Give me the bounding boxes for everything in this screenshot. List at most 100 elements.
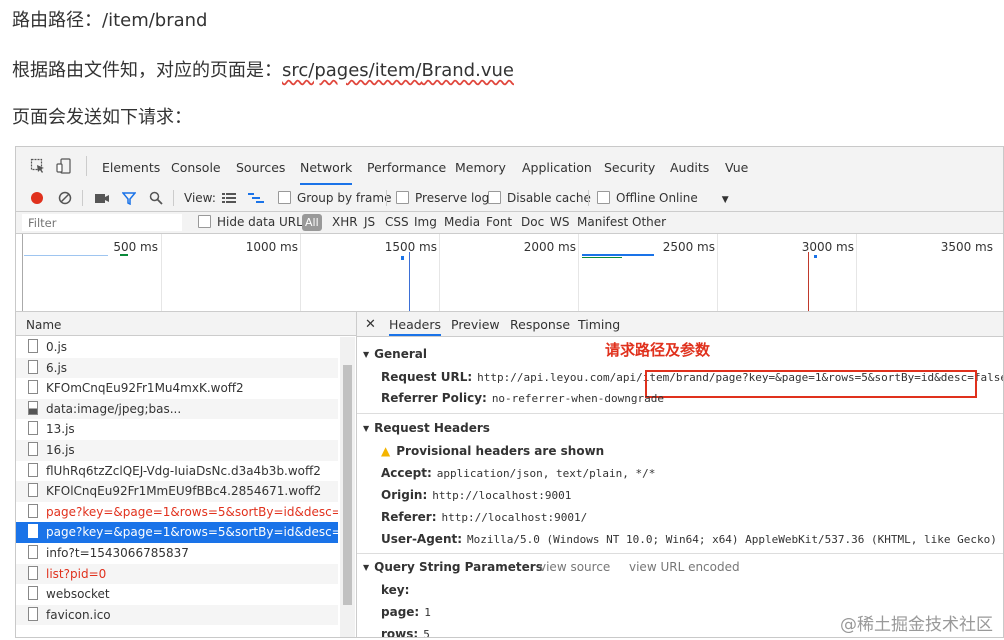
view-source-link[interactable]: view source bbox=[539, 560, 610, 574]
file-icon bbox=[28, 339, 38, 353]
hide-data-urls-label: Hide data URLs bbox=[217, 215, 310, 229]
tab-network[interactable]: Network bbox=[300, 147, 353, 185]
filter-type-css[interactable]: CSS bbox=[385, 212, 409, 233]
tab-console[interactable]: Console bbox=[171, 147, 221, 185]
waterfall-icon[interactable] bbox=[248, 193, 264, 203]
offline-label: Offline bbox=[616, 191, 656, 205]
filter-bar: Hide data URLs All XHR JS CSS Img Media … bbox=[16, 212, 1003, 234]
timeline-overview[interactable]: 500 ms 1000 ms 1500 ms 2000 ms 2500 ms 3… bbox=[16, 234, 1003, 312]
chevron-down-icon: ▼ bbox=[721, 195, 729, 205]
filter-type-manifest[interactable]: Manifest bbox=[577, 212, 628, 233]
request-row[interactable]: flUhRq6tzZclQEJ-Vdg-IuiaDsNc.d3a4b3b.wof… bbox=[16, 461, 338, 482]
request-name: 6.js bbox=[46, 360, 68, 375]
filter-type-xhr[interactable]: XHR bbox=[332, 212, 358, 233]
view-url-encoded-link[interactable]: view URL encoded bbox=[629, 560, 740, 574]
tab-preview[interactable]: Preview bbox=[451, 312, 500, 336]
tabbar-divider bbox=[86, 156, 87, 176]
request-path-annotation: 请求路径及参数 bbox=[605, 341, 711, 359]
group-by-frame-checkbox[interactable]: Group by frame bbox=[278, 185, 391, 211]
request-row[interactable]: info?t=1543066785837 bbox=[16, 543, 338, 564]
filter-type-ws[interactable]: WS bbox=[550, 212, 569, 233]
request-row[interactable]: 6.js bbox=[16, 357, 338, 379]
accept-row: Accept: application/json, text/plain, */* bbox=[381, 466, 655, 480]
file-path-link-a[interactable]: src/pages/item/ bbox=[282, 60, 421, 81]
request-row[interactable]: list?pid=0 bbox=[16, 563, 338, 585]
tab-security[interactable]: Security bbox=[604, 147, 655, 185]
tab-application[interactable]: Application bbox=[522, 147, 592, 185]
request-name: page?key=&page=1&rows=5&sortBy=id&desc=f… bbox=[46, 525, 338, 540]
triangle-down-icon: ▼ bbox=[363, 350, 370, 359]
filter-type-js[interactable]: JS bbox=[364, 212, 375, 233]
search-icon[interactable] bbox=[149, 191, 163, 205]
file-path-link-b[interactable]: Brand.vue bbox=[421, 60, 513, 81]
image-file-icon bbox=[28, 400, 38, 415]
disable-cache-checkbox[interactable]: Disable cache bbox=[488, 185, 591, 211]
offline-checkbox[interactable]: Offline bbox=[597, 185, 655, 211]
request-list-scrollbar[interactable] bbox=[340, 337, 355, 637]
screenshot-camera-icon[interactable] bbox=[94, 192, 110, 204]
request-row[interactable]: websocket bbox=[16, 584, 338, 605]
file-icon bbox=[28, 421, 38, 436]
device-toolbar-icon[interactable] bbox=[56, 158, 72, 174]
filter-type-media[interactable]: Media bbox=[444, 212, 480, 233]
referer-row: Referer: http://localhost:9001/ bbox=[381, 510, 587, 524]
request-row[interactable]: 16.js bbox=[16, 439, 338, 461]
file-icon bbox=[28, 441, 38, 456]
timeline-tick: 3500 ms bbox=[940, 240, 993, 254]
file-path-prefix: 根据路由文件知，对应的页面是： bbox=[12, 60, 282, 81]
request-row[interactable]: 0.js bbox=[16, 337, 338, 358]
tab-sources[interactable]: Sources bbox=[236, 147, 285, 185]
scrollbar-thumb[interactable] bbox=[343, 365, 352, 605]
filter-type-other[interactable]: Other bbox=[632, 212, 666, 233]
timeline-tick: 3000 ms bbox=[801, 240, 854, 254]
referrer-policy-value: no-referrer-when-downgrade bbox=[491, 392, 664, 405]
request-row[interactable]: KFOlCnqEu92Fr1MmEU9fBBc4.2854671.woff2 bbox=[16, 481, 338, 502]
detail-tabbar: ✕ Headers Preview Response Timing bbox=[357, 312, 1003, 337]
filter-type-doc[interactable]: Doc bbox=[521, 212, 544, 233]
inspect-element-icon[interactable] bbox=[30, 158, 46, 174]
request-row[interactable]: 13.js bbox=[16, 419, 338, 440]
general-section-toggle[interactable]: ▼ General bbox=[363, 347, 427, 361]
timeline-bar bbox=[24, 255, 108, 256]
timeline-bar bbox=[401, 256, 404, 260]
request-row[interactable]: favicon.ico bbox=[16, 604, 338, 626]
name-column-header[interactable]: Name bbox=[16, 312, 356, 336]
tab-audits[interactable]: Audits bbox=[670, 147, 709, 185]
tab-memory[interactable]: Memory bbox=[455, 147, 506, 185]
tab-response[interactable]: Response bbox=[510, 312, 570, 336]
request-name: flUhRq6tzZclQEJ-Vdg-IuiaDsNc.d3a4b3b.wof… bbox=[46, 463, 321, 478]
throttle-select[interactable]: Online ▼ bbox=[659, 185, 729, 211]
user-agent-row: User-Agent: Mozilla/5.0 (Windows NT 10.0;… bbox=[381, 532, 1003, 546]
large-rows-icon[interactable] bbox=[222, 193, 236, 203]
tab-timing[interactable]: Timing bbox=[578, 312, 620, 336]
close-icon[interactable]: ✕ bbox=[365, 312, 376, 336]
request-headers-section-toggle[interactable]: ▼ Request Headers bbox=[363, 421, 490, 435]
clear-icon[interactable] bbox=[58, 191, 72, 205]
tab-elements[interactable]: Elements bbox=[102, 147, 160, 185]
request-row[interactable]: KFOmCnqEu92Fr1Mu4mxK.woff2 bbox=[16, 378, 338, 399]
toolbar-divider bbox=[386, 190, 387, 206]
tab-performance[interactable]: Performance bbox=[367, 147, 446, 185]
filter-input[interactable] bbox=[22, 214, 182, 231]
request-headers-title: Request Headers bbox=[374, 421, 490, 435]
request-name: info?t=1543066785837 bbox=[46, 545, 189, 560]
throttle-value: Online bbox=[659, 191, 698, 205]
request-row[interactable]: page?key=&page=1&rows=5&sortBy=id&desc=f… bbox=[16, 522, 338, 543]
timeline-bar bbox=[582, 254, 654, 256]
section-divider bbox=[357, 553, 1003, 554]
record-icon[interactable] bbox=[30, 191, 44, 205]
preserve-log-checkbox[interactable]: Preserve log bbox=[396, 185, 489, 211]
tab-headers[interactable]: Headers bbox=[389, 312, 442, 336]
query-params-section-toggle[interactable]: ▼ Query String Parameters bbox=[363, 560, 543, 574]
hide-data-urls-checkbox[interactable]: Hide data URLs bbox=[198, 212, 309, 233]
param-page-row: page: 1 bbox=[381, 605, 431, 619]
param-rows-value: 5 bbox=[423, 628, 430, 637]
tab-vue[interactable]: Vue bbox=[725, 147, 748, 185]
request-row[interactable]: data:image/jpeg;bas... bbox=[16, 398, 338, 420]
filter-type-font[interactable]: Font bbox=[486, 212, 512, 233]
filter-type-img[interactable]: Img bbox=[414, 212, 437, 233]
filter-type-all[interactable]: All bbox=[302, 214, 322, 231]
file-path-text: 根据路由文件知，对应的页面是：src/pages/item/Brand.vue bbox=[12, 56, 514, 82]
filter-funnel-icon[interactable] bbox=[122, 191, 136, 205]
request-row[interactable]: page?key=&page=1&rows=5&sortBy=id&desc=f… bbox=[16, 502, 338, 523]
